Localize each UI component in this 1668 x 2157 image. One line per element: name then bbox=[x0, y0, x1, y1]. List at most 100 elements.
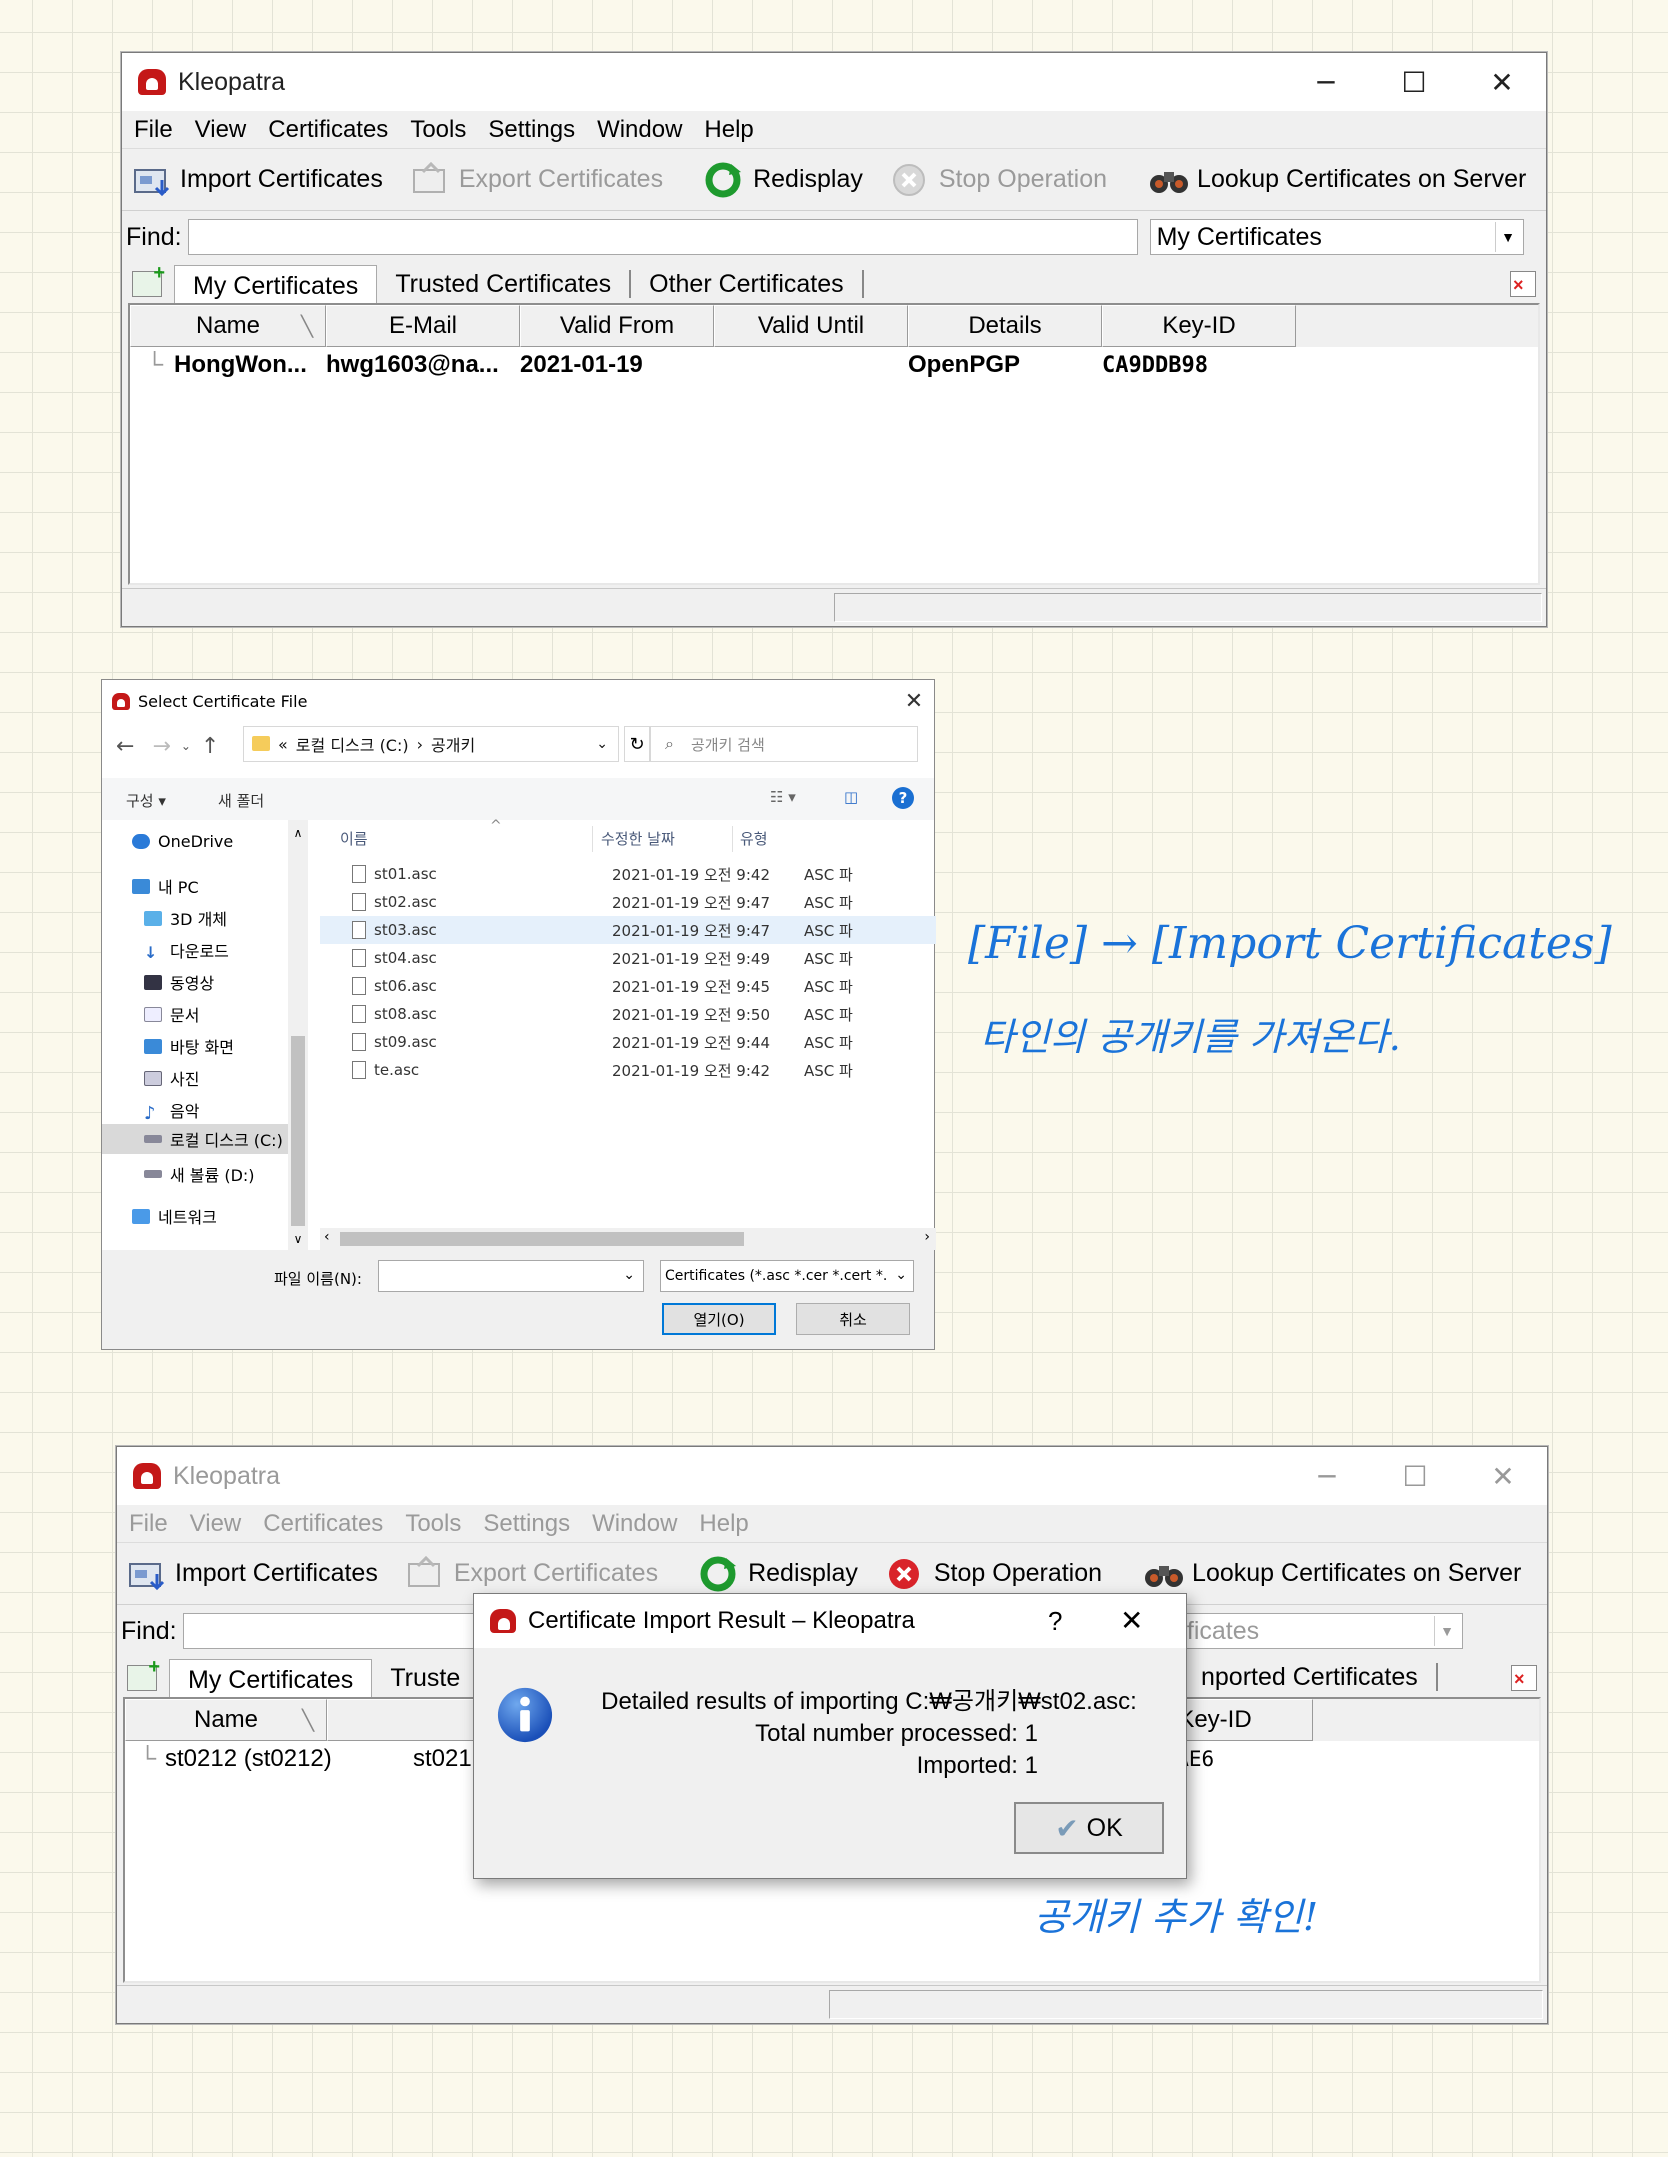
close-tab-icon[interactable]: × bbox=[1511, 1665, 1537, 1691]
col-name[interactable]: 이름 ^ bbox=[340, 818, 590, 856]
redisplay-button[interactable]: Redisplay bbox=[705, 162, 863, 198]
new-folder-button[interactable]: 새 폴더 bbox=[218, 790, 264, 811]
close-button[interactable]: ✕ bbox=[894, 689, 934, 714]
preview-pane-icon[interactable]: ◫ bbox=[844, 788, 858, 806]
col-valid-from[interactable]: Valid From bbox=[520, 305, 714, 347]
file-list-hscrollbar[interactable]: ‹ › bbox=[320, 1228, 936, 1250]
redisplay-button[interactable]: Redisplay bbox=[700, 1556, 858, 1592]
ok-button[interactable]: ✔ OK bbox=[1014, 1802, 1164, 1854]
path-segment[interactable]: 로컬 디스크 (C:) bbox=[296, 732, 409, 756]
filetype-select[interactable]: Certificates (*.asc *.cer *.cert *. ⌄ bbox=[660, 1260, 914, 1292]
tab-other-certificates[interactable]: Other Certificates bbox=[631, 270, 864, 298]
lookup-certificates-button[interactable]: Lookup Certificates on Server bbox=[1144, 1556, 1521, 1592]
stop-operation-button[interactable]: Stop Operation bbox=[886, 1556, 1102, 1592]
scroll-up-icon[interactable]: ∧ bbox=[288, 826, 308, 840]
col-valid-until[interactable]: Valid Until bbox=[714, 305, 908, 347]
export-certificates-button[interactable]: Export Certificates bbox=[411, 161, 663, 198]
close-tab-icon[interactable]: × bbox=[1510, 271, 1536, 297]
tree-item-videos[interactable]: 동영상 bbox=[144, 970, 214, 994]
lookup-certificates-button[interactable]: Lookup Certificates on Server bbox=[1149, 162, 1526, 198]
col-date[interactable]: 수정한 날짜 bbox=[601, 820, 675, 856]
list-item[interactable]: st04.asc 2021-01-19 오전 9:49 ASC 파 bbox=[320, 944, 936, 972]
col-name[interactable]: Name ╲ bbox=[130, 305, 326, 347]
menu-help[interactable]: Help bbox=[699, 1510, 748, 1538]
minimize-button[interactable]: ─ bbox=[1282, 53, 1370, 111]
menu-view[interactable]: View bbox=[195, 116, 247, 144]
scroll-thumb[interactable] bbox=[291, 1036, 305, 1226]
chevron-down-icon[interactable]: ⌄ bbox=[181, 739, 191, 753]
open-button[interactable]: 열기(O) bbox=[662, 1303, 776, 1335]
back-icon[interactable]: ← bbox=[116, 734, 134, 759]
tree-item-my-pc[interactable]: 내 PC bbox=[132, 874, 199, 898]
menu-tools[interactable]: Tools bbox=[405, 1510, 461, 1538]
tab-trusted-certificates[interactable]: Trusted Certificates bbox=[377, 270, 632, 298]
menu-settings[interactable]: Settings bbox=[488, 116, 575, 144]
list-item[interactable]: st03.asc 2021-01-19 오전 9:47 ASC 파 bbox=[320, 916, 936, 944]
organize-button[interactable]: 구성 ▾ bbox=[126, 790, 166, 811]
path-segment[interactable]: 공개키 bbox=[431, 732, 475, 756]
close-button[interactable]: ✕ bbox=[1120, 1604, 1143, 1637]
tab-imported-certificates[interactable]: nported Certificates bbox=[1183, 1663, 1438, 1691]
find-input[interactable] bbox=[187, 219, 1138, 255]
new-tab-icon[interactable] bbox=[132, 262, 165, 297]
menu-view[interactable]: View bbox=[190, 1510, 242, 1538]
maximize-button[interactable]: ☐ bbox=[1370, 53, 1458, 111]
tree-item-onedrive[interactable]: OneDrive bbox=[132, 832, 233, 851]
tree-item-3d-objects[interactable]: 3D 개체 bbox=[144, 906, 227, 930]
close-button[interactable]: ✕ bbox=[1458, 53, 1546, 111]
filename-input[interactable]: ⌄ bbox=[378, 1260, 644, 1292]
list-item[interactable]: st09.asc 2021-01-19 오전 9:44 ASC 파 bbox=[320, 1028, 936, 1056]
menu-certificates[interactable]: Certificates bbox=[263, 1510, 383, 1538]
col-name[interactable]: Name ╲ bbox=[125, 1699, 327, 1741]
tree-item-documents[interactable]: 문서 bbox=[144, 1002, 199, 1026]
menu-certificates[interactable]: Certificates bbox=[268, 116, 388, 144]
list-item[interactable]: st01.asc 2021-01-19 오전 9:42 ASC 파 bbox=[320, 860, 936, 888]
import-certificates-button[interactable]: Import Certificates bbox=[127, 1556, 378, 1592]
search-input[interactable]: ⌕ 공개키 검색 bbox=[650, 726, 918, 762]
address-bar[interactable]: « 로컬 디스크 (C:) › 공개키 ⌄ bbox=[243, 726, 619, 762]
up-icon[interactable]: ↑ bbox=[201, 734, 219, 759]
scroll-left-icon[interactable]: ‹ bbox=[324, 1229, 330, 1245]
tree-item-music[interactable]: ♪ 음악 bbox=[144, 1098, 199, 1124]
tree-item-volume-d[interactable]: 새 볼륨 (D:) bbox=[144, 1162, 255, 1186]
tab-trusted-certificates[interactable]: Truste bbox=[372, 1664, 478, 1692]
menu-settings[interactable]: Settings bbox=[483, 1510, 570, 1538]
stop-operation-button[interactable]: Stop Operation bbox=[891, 162, 1107, 198]
import-certificates-button[interactable]: Import Certificates bbox=[132, 162, 383, 198]
close-button[interactable]: ✕ bbox=[1459, 1447, 1547, 1505]
tree-item-local-disk-c[interactable]: 로컬 디스크 (C:) bbox=[102, 1124, 288, 1154]
list-item[interactable]: st06.asc 2021-01-19 오전 9:45 ASC 파 bbox=[320, 972, 936, 1000]
chevron-down-icon[interactable]: ⌄ bbox=[596, 736, 608, 752]
new-tab-icon[interactable] bbox=[127, 1656, 160, 1691]
scroll-right-icon[interactable]: › bbox=[924, 1229, 930, 1245]
menu-help[interactable]: Help bbox=[704, 116, 753, 144]
tree-item-pictures[interactable]: 사진 bbox=[144, 1066, 199, 1090]
list-item[interactable]: te.asc 2021-01-19 오전 9:42 ASC 파 bbox=[320, 1056, 936, 1084]
col-details[interactable]: Details bbox=[908, 305, 1102, 347]
forward-icon[interactable]: → bbox=[152, 734, 170, 759]
col-email[interactable]: E-Mail bbox=[326, 305, 520, 347]
view-options-icon[interactable]: ☷ ▾ bbox=[770, 788, 796, 806]
cancel-button[interactable]: 취소 bbox=[796, 1303, 910, 1335]
list-item[interactable]: st02.asc 2021-01-19 오전 9:47 ASC 파 bbox=[320, 888, 936, 916]
refresh-icon[interactable]: ↻ bbox=[624, 726, 650, 762]
tree-item-network[interactable]: 네트워크 bbox=[132, 1204, 217, 1228]
help-button[interactable]: ? bbox=[1048, 1606, 1062, 1637]
tab-my-certificates[interactable]: My Certificates bbox=[169, 1659, 373, 1699]
minimize-button[interactable]: ─ bbox=[1283, 1447, 1371, 1505]
tab-my-certificates[interactable]: My Certificates bbox=[174, 265, 378, 305]
filter-combo[interactable]: My Certificates ▼ bbox=[1149, 219, 1524, 255]
maximize-button[interactable]: ☐ bbox=[1371, 1447, 1459, 1505]
menu-window[interactable]: Window bbox=[592, 1510, 677, 1538]
table-row[interactable]: └ HongWon... hwg1603@na... 2021-01-19 Op… bbox=[130, 347, 1538, 383]
col-type[interactable]: 유형 bbox=[740, 820, 768, 856]
col-key-id[interactable]: Key-ID bbox=[1102, 305, 1296, 347]
tree-scrollbar[interactable]: ∧ ∨ bbox=[288, 820, 308, 1250]
export-certificates-button[interactable]: Export Certificates bbox=[406, 1555, 658, 1592]
tree-item-desktop[interactable]: 바탕 화면 bbox=[144, 1034, 234, 1058]
list-item[interactable]: st08.asc 2021-01-19 오전 9:50 ASC 파 bbox=[320, 1000, 936, 1028]
scroll-down-icon[interactable]: ∨ bbox=[288, 1232, 308, 1246]
help-icon[interactable]: ? bbox=[892, 787, 914, 809]
menu-file[interactable]: File bbox=[134, 116, 173, 144]
chevron-down-icon[interactable]: ⌄ bbox=[623, 1267, 635, 1283]
